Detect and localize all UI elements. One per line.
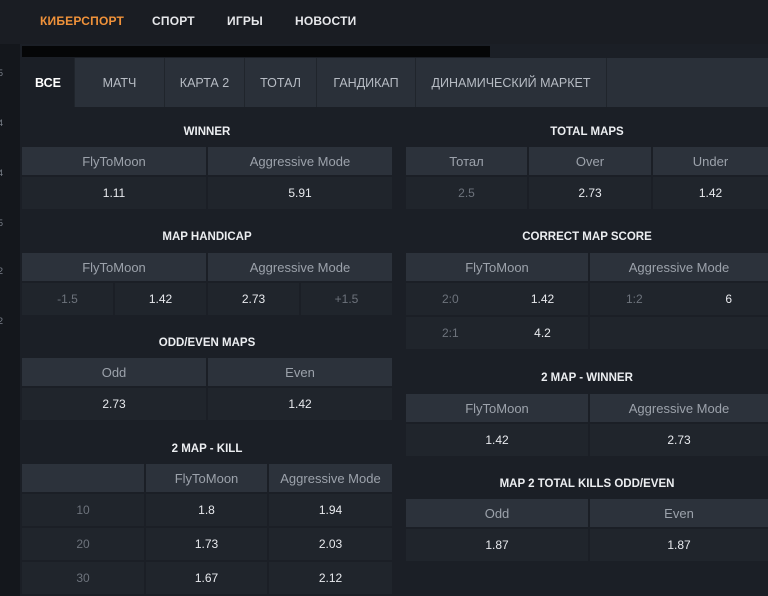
handicap-header-team2: Aggressive Mode	[208, 253, 392, 281]
market-tabs: ВСЕ МАТЧ КАРТА 2 ТОТАЛ ГАНДИКАП ДИНАМИЧЕ…	[22, 58, 768, 107]
section-title-map2-winner: 2 MAP - WINNER	[541, 372, 633, 384]
media-bar	[22, 46, 490, 57]
section-title-total-maps: TOTAL MAPS	[550, 126, 624, 138]
nav-item-games[interactable]: ИГРЫ	[227, 14, 263, 28]
map2-winner-header-team1: FlyToMoon	[406, 394, 588, 422]
nav-item-sport[interactable]: СПОРТ	[152, 14, 195, 28]
section-title-odd-even-maps: ODD/EVEN MAPS	[158, 337, 256, 349]
side-digit: 5	[0, 68, 4, 78]
map2-kill-row-label: 10	[22, 494, 144, 526]
winner-header-team1: FlyToMoon	[22, 147, 206, 175]
handicap-value-team1: -1.5	[22, 283, 113, 315]
map2-kill-odd-team1[interactable]: 1.73	[146, 528, 267, 560]
map2-kill-odd-team2[interactable]: 2.03	[269, 528, 392, 560]
tab-map-2[interactable]: КАРТА 2	[165, 58, 245, 107]
map2-kill-odd-team2[interactable]: 1.94	[269, 494, 392, 526]
side-digit: 5	[0, 218, 4, 228]
tab-match[interactable]: МАТЧ	[75, 58, 165, 107]
correct-score-label: 1:2	[590, 283, 679, 315]
total-maps-odd-over[interactable]: 2.73	[529, 177, 651, 209]
section-title-correct-map-score: CORRECT MAP SCORE	[522, 231, 652, 243]
correct-score-label: 2:1	[406, 317, 497, 349]
handicap-odd-team1[interactable]: 1.42	[115, 283, 206, 315]
total-maps-header-under: Under	[653, 147, 768, 175]
winner-odd-team2[interactable]: 5.91	[208, 177, 392, 209]
total-maps-header-total: Тотал	[406, 147, 527, 175]
map2-kill-odd-team2[interactable]: 2.12	[269, 562, 392, 594]
odd-even-header-odd: Odd	[22, 358, 206, 386]
map2-kill-row-label: 20	[22, 528, 144, 560]
map2-kills-header-odd: Odd	[406, 499, 588, 527]
side-digit: 4	[0, 168, 4, 178]
correct-score-odd[interactable]: 6	[679, 283, 768, 315]
side-digit: 2	[0, 316, 4, 326]
total-maps-header-over: Over	[529, 147, 651, 175]
nav-item-news[interactable]: НОВОСТИ	[295, 14, 356, 28]
section-title-map2-total-kills-odd-even: MAP 2 TOTAL KILLS ODD/EVEN	[499, 478, 675, 490]
tab-handicap[interactable]: ГАНДИКАП	[317, 58, 416, 107]
tab-total[interactable]: ТОТАЛ	[245, 58, 317, 107]
winner-odd-team1[interactable]: 1.11	[22, 177, 206, 209]
map2-kills-odd-even[interactable]: 1.87	[590, 529, 768, 561]
handicap-value-team2: +1.5	[301, 283, 392, 315]
odd-even-odd-even[interactable]: 1.42	[208, 388, 392, 420]
correct-score-header-team2: Aggressive Mode	[590, 253, 768, 281]
nav-item-esports[interactable]: КИБЕРСПОРТ	[40, 14, 124, 28]
tab-dynamic-market[interactable]: ДИНАМИЧЕСКИЙ МАРКЕТ	[416, 58, 607, 107]
map2-winner-odd-team2[interactable]: 2.73	[590, 424, 768, 456]
map2-kills-header-even: Even	[590, 499, 768, 527]
tab-all[interactable]: ВСЕ	[22, 58, 75, 107]
correct-score-label: 2:0	[406, 283, 497, 315]
odd-even-odd-odd[interactable]: 2.73	[22, 388, 206, 420]
map2-winner-header-team2: Aggressive Mode	[590, 394, 768, 422]
left-side-strip: 5 4 4 5 2 2	[0, 44, 20, 596]
map2-kill-row-label: 30	[22, 562, 144, 594]
winner-header-team2: Aggressive Mode	[208, 147, 392, 175]
correct-score-odd[interactable]: 4.2	[497, 317, 588, 349]
map2-kill-odd-team1[interactable]: 1.67	[146, 562, 267, 594]
top-navigation: КИБЕРСПОРТ СПОРТ ИГРЫ НОВОСТИ	[0, 0, 768, 44]
map2-kill-odd-team1[interactable]: 1.8	[146, 494, 267, 526]
correct-score-header-team1: FlyToMoon	[406, 253, 588, 281]
side-digit: 4	[0, 118, 4, 128]
correct-score-odd[interactable]: 1.42	[497, 283, 588, 315]
total-maps-odd-under[interactable]: 1.42	[653, 177, 768, 209]
map2-kill-header-team1: FlyToMoon	[146, 464, 267, 492]
section-title-winner: WINNER	[183, 126, 231, 138]
map2-kill-header-team2: Aggressive Mode	[269, 464, 392, 492]
map2-winner-odd-team1[interactable]: 1.42	[406, 424, 588, 456]
correct-score-empty-cell	[590, 317, 768, 349]
map2-kills-odd-odd[interactable]: 1.87	[406, 529, 588, 561]
side-digit: 2	[0, 266, 4, 276]
section-title-map2-kill: 2 MAP - KILL	[171, 443, 243, 455]
section-title-map-handicap: MAP HANDICAP	[162, 231, 252, 243]
map2-kill-header-blank	[22, 464, 144, 492]
handicap-header-team1: FlyToMoon	[22, 253, 206, 281]
odd-even-header-even: Even	[208, 358, 392, 386]
total-maps-value: 2.5	[406, 177, 527, 209]
handicap-odd-team2[interactable]: 2.73	[208, 283, 299, 315]
